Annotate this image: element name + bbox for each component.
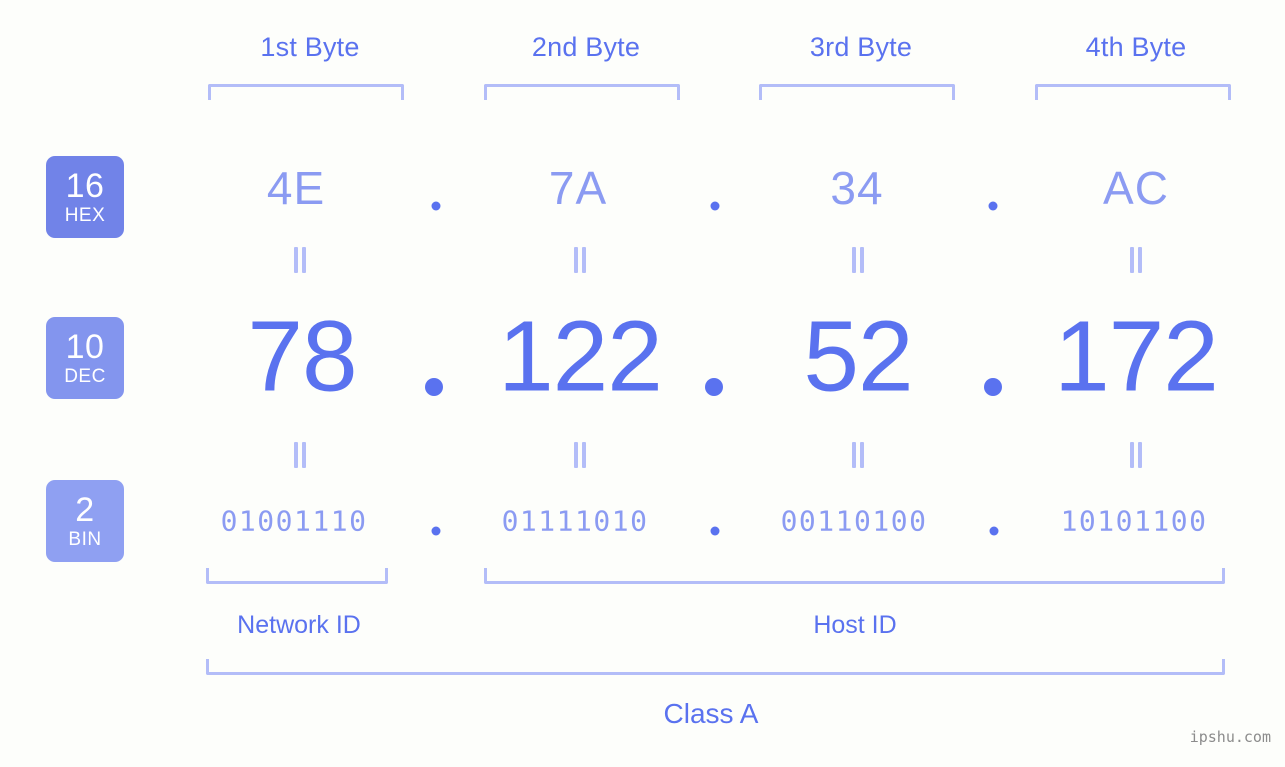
bin-octet-1: 01001110	[220, 504, 368, 538]
class-label: Class A	[663, 698, 759, 729]
hex-separator-dot-2	[710, 201, 720, 211]
bin-separator-dot-2	[710, 526, 720, 536]
radix-badge-dec-label: DEC	[64, 366, 106, 387]
hex-octet-2: 7A	[548, 162, 608, 214]
radix-badge-dec-number: 10	[65, 328, 105, 366]
radix-badge-hex: 16 HEX	[46, 156, 124, 238]
hex-octet-3: 34	[830, 162, 884, 214]
bin-octet-4: 10101100	[1060, 504, 1208, 538]
dec-octet-4: 172	[1054, 300, 1219, 413]
watermark: ipshu.com	[1189, 728, 1271, 746]
equals-mark-hex-dec-4	[1128, 247, 1144, 273]
radix-badge-bin-number: 2	[75, 491, 95, 529]
byte-label-1: 1st Byte	[260, 32, 360, 62]
network-id-bracket	[206, 568, 388, 584]
class-bracket	[206, 659, 1225, 675]
bin-separator-dot-1	[431, 526, 441, 536]
bin-octet-2: 01111010	[501, 504, 649, 538]
dec-octet-2: 122	[498, 300, 663, 413]
equals-mark-dec-bin-2	[572, 442, 588, 468]
host-id-label: Host ID	[813, 611, 897, 639]
byte-bracket-2	[484, 84, 680, 100]
byte-bracket-4	[1035, 84, 1231, 100]
bin-separator-dot-3	[989, 526, 999, 536]
equals-mark-dec-bin-4	[1128, 442, 1144, 468]
byte-bracket-3	[759, 84, 955, 100]
byte-label-3: 3rd Byte	[809, 32, 913, 62]
hex-octet-1: 4E	[266, 162, 326, 214]
equals-mark-dec-bin-1	[292, 442, 308, 468]
byte-bracket-1	[208, 84, 404, 100]
dec-octet-1: 78	[247, 300, 357, 413]
radix-badge-hex-label: HEX	[64, 205, 106, 226]
network-id-label: Network ID	[237, 611, 361, 639]
radix-badge-bin-label: BIN	[68, 529, 102, 550]
host-id-bracket	[484, 568, 1225, 584]
bin-octet-3: 00110100	[780, 504, 928, 538]
byte-label-2: 2nd Byte	[531, 32, 641, 62]
radix-badge-bin: 2 BIN	[46, 480, 124, 562]
dec-separator-dot-3	[984, 378, 1002, 396]
hex-separator-dot-3	[988, 201, 998, 211]
equals-mark-hex-dec-2	[572, 247, 588, 273]
byte-label-4: 4th Byte	[1085, 32, 1187, 62]
radix-badge-hex-number: 16	[65, 167, 105, 205]
dec-separator-dot-2	[705, 378, 723, 396]
equals-mark-hex-dec-1	[292, 247, 308, 273]
hex-octet-4: AC	[1103, 162, 1169, 214]
dec-octet-3: 52	[803, 300, 913, 413]
equals-mark-hex-dec-3	[850, 247, 866, 273]
radix-badge-dec: 10 DEC	[46, 317, 124, 399]
ip-byte-breakdown-diagram: 1st Byte 2nd Byte 3rd Byte 4th Byte 16 H…	[0, 0, 1285, 767]
equals-mark-dec-bin-3	[850, 442, 866, 468]
hex-separator-dot-1	[431, 201, 441, 211]
dec-separator-dot-1	[425, 378, 443, 396]
